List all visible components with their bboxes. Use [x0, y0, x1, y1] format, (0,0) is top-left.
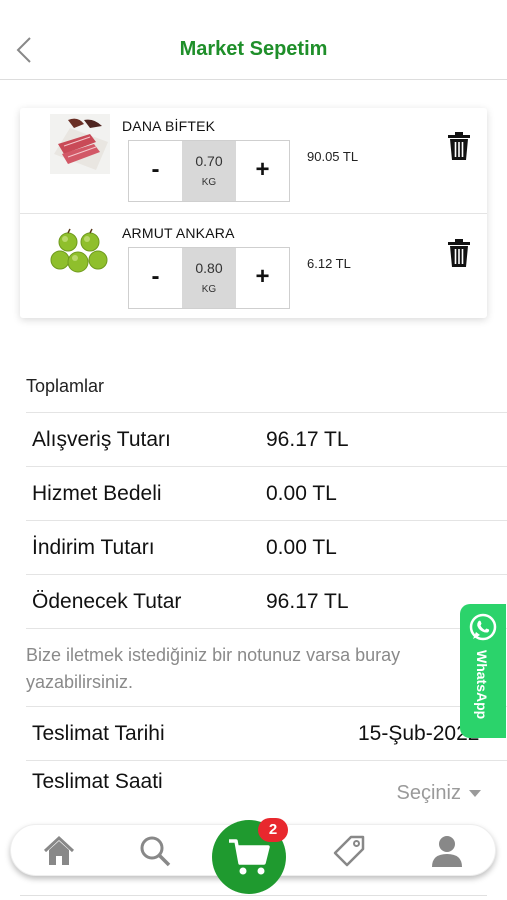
user-icon[interactable] — [429, 833, 465, 869]
whatsapp-button[interactable]: WhatsApp — [460, 604, 506, 738]
whatsapp-label: WhatsApp — [474, 650, 490, 720]
increase-button[interactable]: + — [236, 248, 289, 308]
divider — [20, 895, 487, 896]
search-icon[interactable] — [137, 833, 173, 869]
quantity-unit: KG — [201, 284, 217, 295]
total-row-payable: Ödenecek Tutar 96.17 TL — [26, 574, 507, 628]
tag-icon[interactable] — [331, 833, 367, 869]
chevron-down-icon — [469, 790, 481, 798]
cart-item: ARMUT ANKARA - 0.80 KG + 6.12 TL — [20, 213, 487, 317]
product-price: 6.12 TL — [307, 256, 351, 271]
whatsapp-icon — [469, 613, 497, 641]
total-label: İndirim Tutarı — [32, 536, 155, 559]
select-placeholder: Seçiniz — [396, 782, 461, 804]
cart-item: DANA BİFTEK - 0.70 KG + 90.05 TL — [20, 108, 487, 212]
delete-icon[interactable] — [447, 132, 471, 160]
quantity-display: 0.80 KG — [182, 248, 236, 308]
note-placeholder: Bize iletmek istediğiniz bir notunuz var… — [26, 645, 401, 665]
total-value: 96.17 TL — [266, 590, 349, 613]
decrease-button[interactable]: - — [129, 141, 182, 201]
total-row-shopping: Alışveriş Tutarı 96.17 TL — [26, 412, 507, 466]
note-placeholder: yazabilirsiniz. — [26, 672, 134, 692]
product-image-beef — [50, 114, 110, 174]
quantity-value: 0.70 — [195, 153, 223, 169]
total-label: Hizmet Bedeli — [32, 482, 162, 505]
page-title: Market Sepetim — [179, 38, 328, 60]
total-label: Ödenecek Tutar — [32, 590, 182, 613]
cart-count-badge: 2 — [258, 818, 288, 842]
total-label: Alışveriş Tutarı — [32, 428, 171, 451]
quantity-stepper: - 0.80 KG + — [128, 247, 290, 309]
quantity-value: 0.80 — [195, 260, 223, 276]
order-note-field[interactable]: Bize iletmek istediğiniz bir notunuz var… — [26, 642, 466, 696]
total-value: 96.17 TL — [266, 428, 349, 451]
product-price: 90.05 TL — [307, 149, 359, 164]
total-value: 0.00 TL — [266, 536, 337, 559]
product-name: ARMUT ANKARA — [122, 225, 235, 241]
delivery-time-select[interactable]: Seçiniz — [397, 782, 481, 805]
total-value: 0.00 TL — [266, 482, 337, 505]
delete-icon[interactable] — [447, 239, 471, 267]
delivery-time-label: Teslimat Saati — [32, 770, 163, 793]
app-header: Market Sepetim — [0, 0, 507, 80]
total-row-service: Hizmet Bedeli 0.00 TL — [26, 466, 507, 520]
divider — [26, 628, 507, 629]
delivery-date-label: Teslimat Tarihi — [32, 722, 165, 745]
quantity-display: 0.70 KG — [182, 141, 236, 201]
quantity-unit: KG — [201, 177, 217, 188]
totals-heading: Toplamlar — [26, 376, 105, 396]
quantity-stepper: - 0.70 KG + — [128, 140, 290, 202]
delivery-date-row[interactable]: Teslimat Tarihi 15-Şub-2022 — [26, 706, 507, 760]
increase-button[interactable]: + — [236, 141, 289, 201]
product-name: DANA BİFTEK — [122, 118, 216, 134]
product-image-pear — [50, 228, 110, 288]
decrease-button[interactable]: - — [129, 248, 182, 308]
cart-list: DANA BİFTEK - 0.70 KG + 90.05 TL ARMUT A… — [20, 108, 487, 318]
total-row-discount: İndirim Tutarı 0.00 TL — [26, 520, 507, 574]
cart-icon — [229, 839, 270, 875]
home-icon[interactable] — [41, 833, 77, 869]
